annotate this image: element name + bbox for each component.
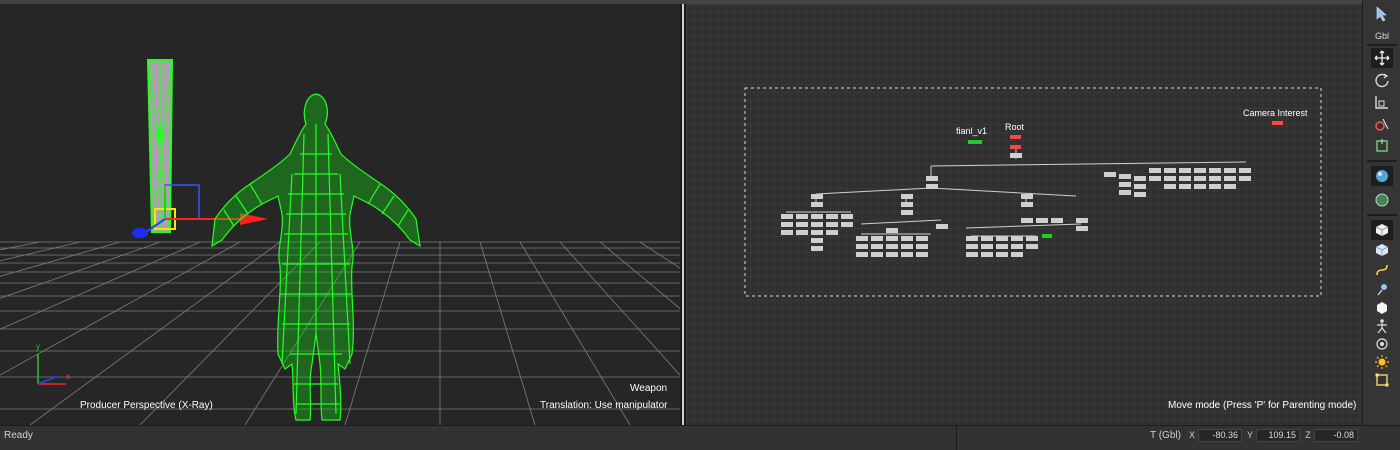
transform-space-label[interactable]: T (Gbl) xyxy=(1150,430,1181,441)
hierarchy-links xyxy=(786,149,1247,237)
z-coordinate-field[interactable]: -0.08 xyxy=(1314,429,1358,442)
node-label-fianl-v1[interactable]: fianl_v1 xyxy=(956,126,987,136)
sun-icon[interactable] xyxy=(1371,352,1393,372)
y-label: Y xyxy=(1246,430,1253,440)
selection-marquee xyxy=(744,87,1322,297)
node-selected xyxy=(1042,234,1052,238)
selection-label: Weapon xyxy=(630,383,668,394)
hierarchy-nodes xyxy=(781,153,1251,257)
curve-icon[interactable] xyxy=(1371,260,1393,280)
node-fianl-v1 xyxy=(968,140,982,144)
toolbar-separator xyxy=(1367,160,1397,162)
parent-icon[interactable] xyxy=(1371,136,1393,156)
y-coordinate-field[interactable]: 109.15 xyxy=(1256,429,1300,442)
right-toolbar: Gbl xyxy=(1362,0,1400,425)
cube-outline-icon[interactable] xyxy=(1371,240,1393,260)
status-text: Ready xyxy=(4,430,33,441)
3d-viewport[interactable]: y x Producer Perspective (X-Ray) Weapon … xyxy=(0,4,680,425)
node-label-camera-interest[interactable]: Camera Interest xyxy=(1243,108,1308,118)
node-camera-interest xyxy=(1272,121,1283,125)
sphere-icon[interactable] xyxy=(1371,298,1393,318)
select-icon[interactable] xyxy=(1371,4,1393,24)
toolbar-separator xyxy=(1367,214,1397,216)
schematic-mode-hint: Move mode (Press 'P' for Parenting mode) xyxy=(1168,400,1357,411)
weapon-object xyxy=(146,59,174,233)
light-icon[interactable] xyxy=(1371,280,1393,300)
marker-icon[interactable] xyxy=(1371,334,1393,354)
node-root-a xyxy=(1010,135,1021,139)
status-divider xyxy=(956,426,957,450)
z-label: Z xyxy=(1305,430,1311,440)
axis-x-label: x xyxy=(66,372,70,381)
viewport-canvas[interactable] xyxy=(0,4,680,425)
viewer-mode-hint: Translation: Use manipulator xyxy=(540,400,668,411)
sphere-tool-icon[interactable] xyxy=(1371,166,1393,186)
axis-gizmo xyxy=(37,354,66,385)
x-label: X xyxy=(1188,430,1195,440)
x-coordinate-field[interactable]: -80.36 xyxy=(1198,429,1242,442)
globe-icon[interactable] xyxy=(1371,190,1393,210)
rotate-icon[interactable] xyxy=(1371,70,1393,90)
cube-icon[interactable] xyxy=(1371,220,1393,240)
move-icon[interactable] xyxy=(1371,48,1393,68)
skeleton-icon[interactable] xyxy=(1371,316,1393,336)
camera-icon[interactable] xyxy=(1371,114,1393,134)
character-wireframe xyxy=(211,93,421,421)
gbl-button[interactable]: Gbl xyxy=(1371,26,1393,46)
camera-label: Producer Perspective (X-Ray) xyxy=(80,400,213,411)
status-bar: Ready T (Gbl) X -80.36 Y 109.15 Z -0.08 xyxy=(0,425,1400,450)
schematic-canvas[interactable] xyxy=(686,4,1362,425)
frame-icon[interactable] xyxy=(1371,370,1393,390)
scale-icon[interactable] xyxy=(1371,92,1393,112)
toolbar-separator xyxy=(1367,44,1397,46)
node-label-root[interactable]: Root xyxy=(1005,122,1024,132)
schematic-view[interactable]: fianl_v1 Root Camera Interest Move mode … xyxy=(686,4,1362,425)
axis-y-label: y xyxy=(36,342,40,351)
